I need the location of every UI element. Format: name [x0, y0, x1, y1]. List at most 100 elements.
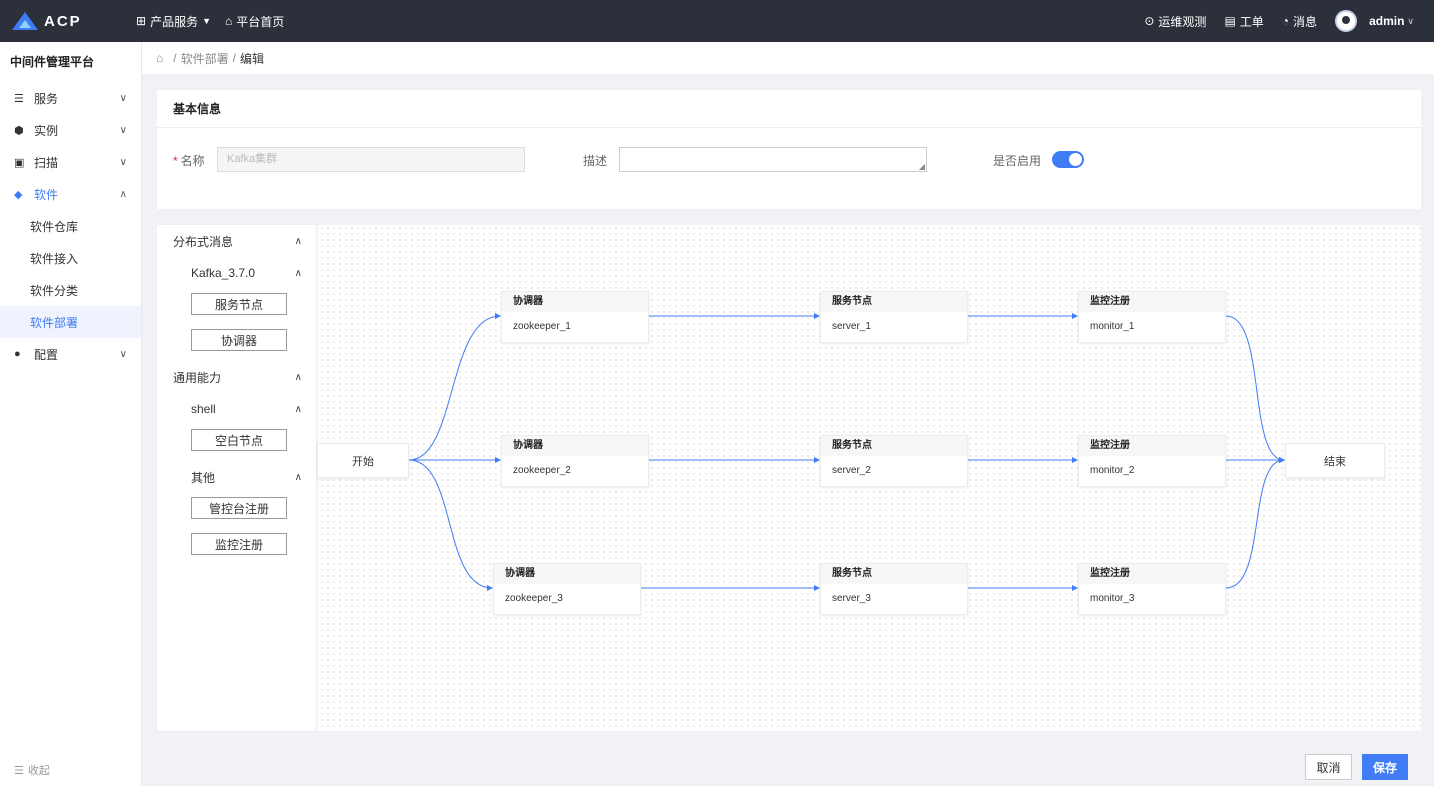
edge-start-zk1	[408, 313, 501, 461]
collapse-sidebar-button[interactable]: ☰ 收起	[14, 762, 50, 778]
flow-node-end[interactable]: 结束	[1285, 443, 1385, 478]
chevron-down-icon: ∨	[119, 124, 127, 136]
node-name: server_2	[832, 465, 871, 476]
nav-tickets-label: 工单	[1239, 14, 1264, 29]
chevron-down-icon: ∨	[119, 92, 127, 104]
node-title: 服务节点	[821, 292, 967, 312]
nav-ops-observe[interactable]: ⊙ 运维观测	[1144, 13, 1206, 30]
desc-label: 描述	[583, 154, 608, 168]
grid-icon: ⊞	[136, 14, 147, 28]
sidebar-item-label: 服务	[34, 91, 59, 106]
scan-icon: ▣	[14, 156, 25, 169]
nav-product-services-label: 产品服务	[150, 14, 199, 29]
flow-node-coordinator[interactable]: 协调器 zookeeper_2	[501, 435, 649, 487]
topbar-right: ⊙ 运维观测 ▤ 工单 ◔ 消息 admin ∨	[1126, 10, 1414, 32]
nav-messages-label: 消息	[1293, 14, 1318, 29]
flow-node-monitor[interactable]: 监控注册 monitor_1	[1078, 291, 1226, 343]
flow-node-start[interactable]: 开始	[317, 443, 409, 478]
breadcrumb-current: 编辑	[239, 51, 264, 66]
avatar	[1335, 10, 1358, 32]
flow-node-server[interactable]: 服务节点 server_3	[820, 563, 968, 615]
user-menu[interactable]: admin ∨	[1335, 10, 1414, 32]
flow-node-coordinator[interactable]: 协调器 zookeeper_1	[501, 291, 649, 343]
sidebar-item-label: 软件	[34, 187, 59, 202]
node-name: monitor_1	[1090, 321, 1135, 332]
flow-node-server[interactable]: 服务节点 server_1	[820, 291, 968, 343]
name-input: Kafka集群	[217, 147, 525, 172]
sidebar-subitem-software-access[interactable]: 软件接入	[0, 242, 141, 274]
sidebar-item-scan[interactable]: ▣ 扫描 ∨	[0, 146, 141, 178]
nav-product-services[interactable]: ⊞ 产品服务 ▼	[136, 13, 211, 30]
server-icon: ☰	[14, 92, 24, 105]
breadcrumb-separator: /	[173, 51, 177, 65]
sidebar-item-software[interactable]: ◆ 软件 ∧	[0, 178, 141, 210]
logo-mark-icon	[12, 12, 38, 30]
node-name: zookeeper_2	[513, 465, 571, 476]
logo-text: ACP	[44, 12, 82, 30]
breadcrumb-parent[interactable]: 软件部署	[181, 50, 229, 67]
chevron-up-icon: ∧	[119, 188, 127, 200]
node-title: 监控注册	[1079, 292, 1225, 312]
home-icon: ⌂	[225, 14, 233, 28]
sidebar-item-label: 扫描	[34, 155, 59, 170]
chevron-down-icon: ∨	[1407, 15, 1414, 26]
name-label-text: 名称	[180, 154, 205, 168]
node-name: zookeeper_3	[505, 593, 563, 604]
sidebar-item-label: 配置	[34, 347, 59, 362]
sidebar-subitem-software-repo[interactable]: 软件仓库	[0, 210, 141, 242]
flow-node-coordinator[interactable]: 协调器 zookeeper_3	[493, 563, 641, 615]
logo[interactable]: ACP	[12, 12, 122, 30]
sidebar-item-config[interactable]: ● 配置 ∨	[0, 338, 141, 370]
bell-icon: ◔	[1281, 14, 1290, 28]
collapse-icon: ☰	[14, 764, 24, 777]
nav-tickets[interactable]: ▤ 工单	[1224, 13, 1263, 30]
sidebar: 中间件管理平台 ☰ 服务 ∨ ⬢ 实例 ∨ ▣ 扫描 ∨ ◆ 软件 ∧ 软件仓库…	[0, 42, 142, 786]
save-button[interactable]: 保存	[1362, 754, 1408, 780]
basic-info-card: 基本信息 * 名称 Kafka集群 描述 ◢ 是否启用	[157, 90, 1421, 209]
username: admin	[1369, 14, 1405, 28]
nav-platform-home[interactable]: ⌂ 平台首页	[225, 13, 284, 30]
sidebar-item-label: 实例	[34, 123, 59, 138]
nav-ops-observe-label: 运维观测	[1158, 14, 1207, 29]
sidebar-item-instances[interactable]: ⬢ 实例 ∨	[0, 114, 141, 146]
node-name: server_3	[832, 593, 871, 604]
edge-monitor1-end	[1225, 315, 1285, 463]
location-icon: ⊙	[1144, 14, 1155, 28]
box-icon: ◆	[14, 188, 23, 201]
node-title: 服务节点	[821, 436, 967, 456]
caret-down-icon: ▼	[202, 16, 211, 26]
flow-node-monitor[interactable]: 监控注册 monitor_3	[1078, 563, 1226, 615]
chevron-down-icon: ∨	[119, 156, 127, 168]
edge-start-zk3	[408, 459, 493, 591]
name-label: * 名称	[173, 152, 205, 169]
enabled-label: 是否启用	[993, 154, 1042, 168]
enabled-toggle[interactable]	[1052, 151, 1084, 168]
node-title: 协调器	[502, 292, 648, 312]
desc-textarea[interactable]: ◢	[619, 147, 927, 172]
node-name: monitor_2	[1090, 465, 1135, 476]
resize-handle-icon[interactable]: ◢	[919, 162, 925, 171]
sidebar-title: 中间件管理平台	[10, 55, 95, 69]
node-title: 协调器	[494, 564, 640, 584]
top-bar: ACP ⊞ 产品服务 ▼ ⌂ 平台首页 ⊙ 运维观测 ▤ 工单 ◔ 消息 adm…	[0, 0, 1434, 42]
sidebar-subitem-software-deploy[interactable]: 软件部署	[0, 306, 141, 338]
collapse-label: 收起	[27, 765, 50, 777]
flow-canvas[interactable]: 分布式消息 ∧ Kafka_3.7.0 ∧ 服务节点 协调器 通用能力 ∧ sh…	[157, 225, 1421, 731]
flow-edges	[408, 313, 1285, 591]
node-name: server_1	[832, 321, 871, 332]
edge-monitor3-end	[1225, 457, 1285, 589]
nav-messages[interactable]: ◔ 消息	[1282, 13, 1317, 30]
node-title: 监控注册	[1079, 564, 1225, 584]
flow-node-monitor[interactable]: 监控注册 monitor_2	[1078, 435, 1226, 487]
home-icon[interactable]: ⌂	[156, 51, 163, 65]
sidebar-item-services[interactable]: ☰ 服务 ∨	[0, 82, 141, 114]
node-name: monitor_3	[1090, 593, 1135, 604]
sidebar-subitem-software-category[interactable]: 软件分类	[0, 274, 141, 306]
node-title: 协调器	[502, 436, 648, 456]
required-mark: *	[173, 154, 178, 168]
cube-icon: ⬢	[14, 124, 24, 137]
node-title: 监控注册	[1079, 436, 1225, 456]
breadcrumb-separator: /	[232, 51, 236, 65]
flow-node-server[interactable]: 服务节点 server_2	[820, 435, 968, 487]
cancel-button[interactable]: 取消	[1305, 754, 1352, 780]
